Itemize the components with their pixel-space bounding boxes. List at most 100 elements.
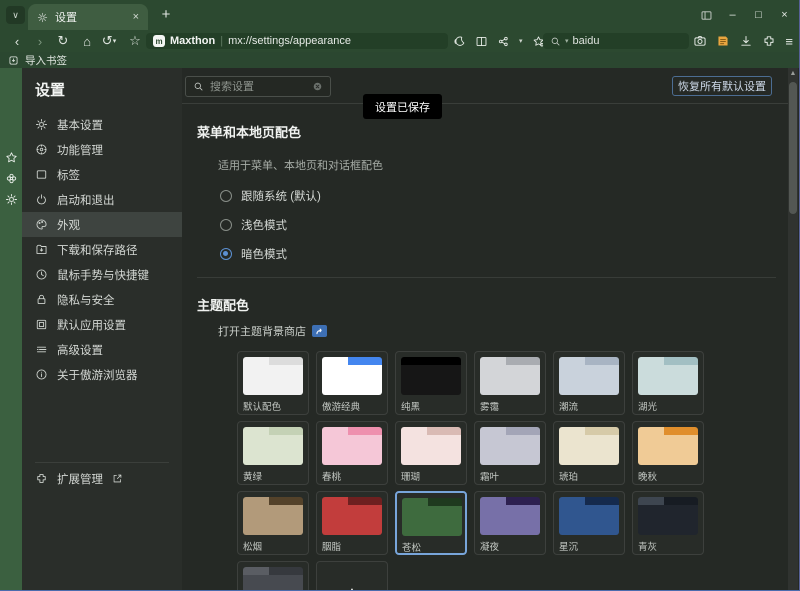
sidebar-item-label: 功能管理 <box>57 142 103 158</box>
theme-tile[interactable]: 苍松 + <box>395 491 467 555</box>
theme-tile[interactable]: 暗夜 + <box>237 561 309 591</box>
restore-defaults-button[interactable]: 恢复所有默认设置 <box>672 76 772 96</box>
notes-icon[interactable] <box>716 34 730 48</box>
theme-tile[interactable]: 潮流 + <box>553 351 625 415</box>
theme-tile[interactable]: 星沉 + <box>553 491 625 555</box>
radio-label: 暗色模式 <box>241 246 287 262</box>
external-link-icon <box>112 473 123 484</box>
lock-icon <box>35 293 48 306</box>
theme-swatch <box>243 497 303 535</box>
content-scrollbar[interactable]: ▲ <box>788 68 798 590</box>
read-aloud-icon[interactable] <box>453 35 466 48</box>
theme-tile[interactable]: 松烟 + <box>237 491 309 555</box>
scrollbar-thumb[interactable] <box>789 82 797 214</box>
search-icon <box>193 81 204 92</box>
theme-tile[interactable]: 凝夜 + <box>474 491 546 555</box>
undo-icon[interactable]: ↺▾ <box>100 30 118 52</box>
theme-tile[interactable]: 晚秋 + <box>632 421 704 485</box>
search-engine-caret-icon[interactable]: ▾ <box>565 37 569 45</box>
theme-section-title: 主题配色 <box>197 295 788 314</box>
color-mode-options: 跟随系统 (默认) 浅色模式 暗色模式 <box>220 187 788 262</box>
theme-tile[interactable]: 珊瑚 + <box>395 421 467 485</box>
theme-name-label: 琥珀 <box>559 469 578 483</box>
theme-store-link-label: 打开主题背景商店 <box>218 323 306 339</box>
theme-store-link[interactable]: 打开主题背景商店 <box>218 323 788 339</box>
refresh-icon[interactable]: ↻ <box>54 30 72 52</box>
back-icon[interactable]: ‹ <box>8 30 26 52</box>
sidebar-item[interactable]: 启动和退出 <box>22 187 182 212</box>
theme-name-label: 胭脂 <box>322 539 341 553</box>
clear-search-icon[interactable] <box>312 81 323 92</box>
screenshot-camera-icon[interactable] <box>693 34 707 48</box>
import-bookmarks-label[interactable]: 导入书签 <box>25 53 67 68</box>
sidebar-item[interactable]: 关于傲游浏览器 <box>22 362 182 387</box>
theme-swatch <box>638 497 698 535</box>
sidebar-item[interactable]: 功能管理 <box>22 137 182 162</box>
scrollbar-up-icon[interactable]: ▲ <box>788 70 798 77</box>
color-mode-option[interactable]: 跟随系统 (默认) <box>220 187 788 204</box>
favorite-star-icon[interactable]: ☆ <box>126 30 144 52</box>
menu-color-section-subtitle: 适用于菜单、本地页和对话框配色 <box>218 157 788 173</box>
theme-tile[interactable]: + <box>316 561 388 591</box>
settings-search-input[interactable] <box>210 81 306 93</box>
sidebar-item-label: 鼠标手势与快捷键 <box>57 267 149 283</box>
new-tab-button[interactable]: + <box>157 5 175 23</box>
download-icon[interactable] <box>739 34 753 48</box>
extensions-icon[interactable] <box>762 34 776 48</box>
sidebar-item[interactable]: 高级设置 <box>22 337 182 362</box>
theme-tile[interactable]: 琥珀 + <box>553 421 625 485</box>
title-bar: ∨ 设置 × + – □ × <box>0 0 799 30</box>
sidebar-item-label: 隐私与安全 <box>57 292 115 308</box>
sidebar-item[interactable]: 鼠标手势与快捷键 <box>22 262 182 287</box>
settings-search-box[interactable] <box>185 76 331 97</box>
quick-share-icon[interactable] <box>497 35 510 48</box>
layout-icon[interactable] <box>700 9 713 22</box>
sidebar-item[interactable]: 隐私与安全 <box>22 287 182 312</box>
palette-icon <box>35 218 48 231</box>
folder-download-icon <box>35 243 48 256</box>
sidebar-item[interactable]: 标签 <box>22 162 182 187</box>
theme-swatch <box>322 497 382 535</box>
favorites-star-icon[interactable] <box>4 150 18 164</box>
gear-icon <box>37 12 48 23</box>
color-mode-option[interactable]: 浅色模式 <box>220 216 788 233</box>
close-icon[interactable]: × <box>778 9 791 22</box>
main-menu-icon[interactable]: ≡ <box>785 34 793 49</box>
theme-tile[interactable]: 傲游经典 + <box>316 351 388 415</box>
maximize-icon[interactable]: □ <box>752 9 765 22</box>
theme-tile[interactable]: 纯黑 + <box>395 351 467 415</box>
split-view-icon[interactable] <box>475 35 488 48</box>
add-theme-plus-icon: + <box>344 582 359 591</box>
sidebar-item[interactable]: 基本设置 <box>22 112 182 137</box>
theme-name-label: 默认配色 <box>243 399 281 413</box>
quick-search-box[interactable]: ▾ baidu <box>543 33 689 49</box>
theme-tile[interactable]: 湖光 + <box>632 351 704 415</box>
forward-icon[interactable]: › <box>31 30 49 52</box>
theme-tile[interactable]: 青灰 + <box>632 491 704 555</box>
tab-settings[interactable]: 设置 × <box>28 4 148 30</box>
sidebar-item-extensions[interactable]: 扩展管理 <box>22 466 182 491</box>
theme-swatch <box>243 357 303 395</box>
quick-share-caret-icon[interactable]: ▾ <box>519 37 523 45</box>
minimize-icon[interactable]: – <box>726 9 739 22</box>
collections-icon[interactable] <box>4 171 18 185</box>
theme-tile[interactable]: 春桃 + <box>316 421 388 485</box>
home-icon[interactable]: ⌂ <box>78 30 96 52</box>
theme-tile[interactable]: 黄绿 + <box>237 421 309 485</box>
chevron-down-icon[interactable]: ∨ <box>6 6 25 24</box>
theme-grid: 默认配色 + 傲游经典 + <box>237 351 788 591</box>
sidebar-item[interactable]: 默认应用设置 <box>22 312 182 337</box>
theme-name-label: 黄绿 <box>243 469 262 483</box>
theme-tile[interactable]: 霜叶 + <box>474 421 546 485</box>
sidebar-item[interactable]: 下载和保存路径 <box>22 237 182 262</box>
color-mode-option[interactable]: 暗色模式 <box>220 245 788 262</box>
theme-tile[interactable]: 胭脂 + <box>316 491 388 555</box>
theme-tile[interactable]: 默认配色 + <box>237 351 309 415</box>
theme-swatch <box>322 427 382 465</box>
tab-close-icon[interactable]: × <box>133 11 139 23</box>
sidebar-item[interactable]: 外观 <box>22 212 182 237</box>
address-bar[interactable]: m Maxthon | mx://settings/appearance <box>146 33 448 49</box>
settings-gear-icon[interactable] <box>4 192 18 206</box>
theme-tile[interactable]: 雾霭 + <box>474 351 546 415</box>
maxthon-logo: m <box>153 35 165 47</box>
